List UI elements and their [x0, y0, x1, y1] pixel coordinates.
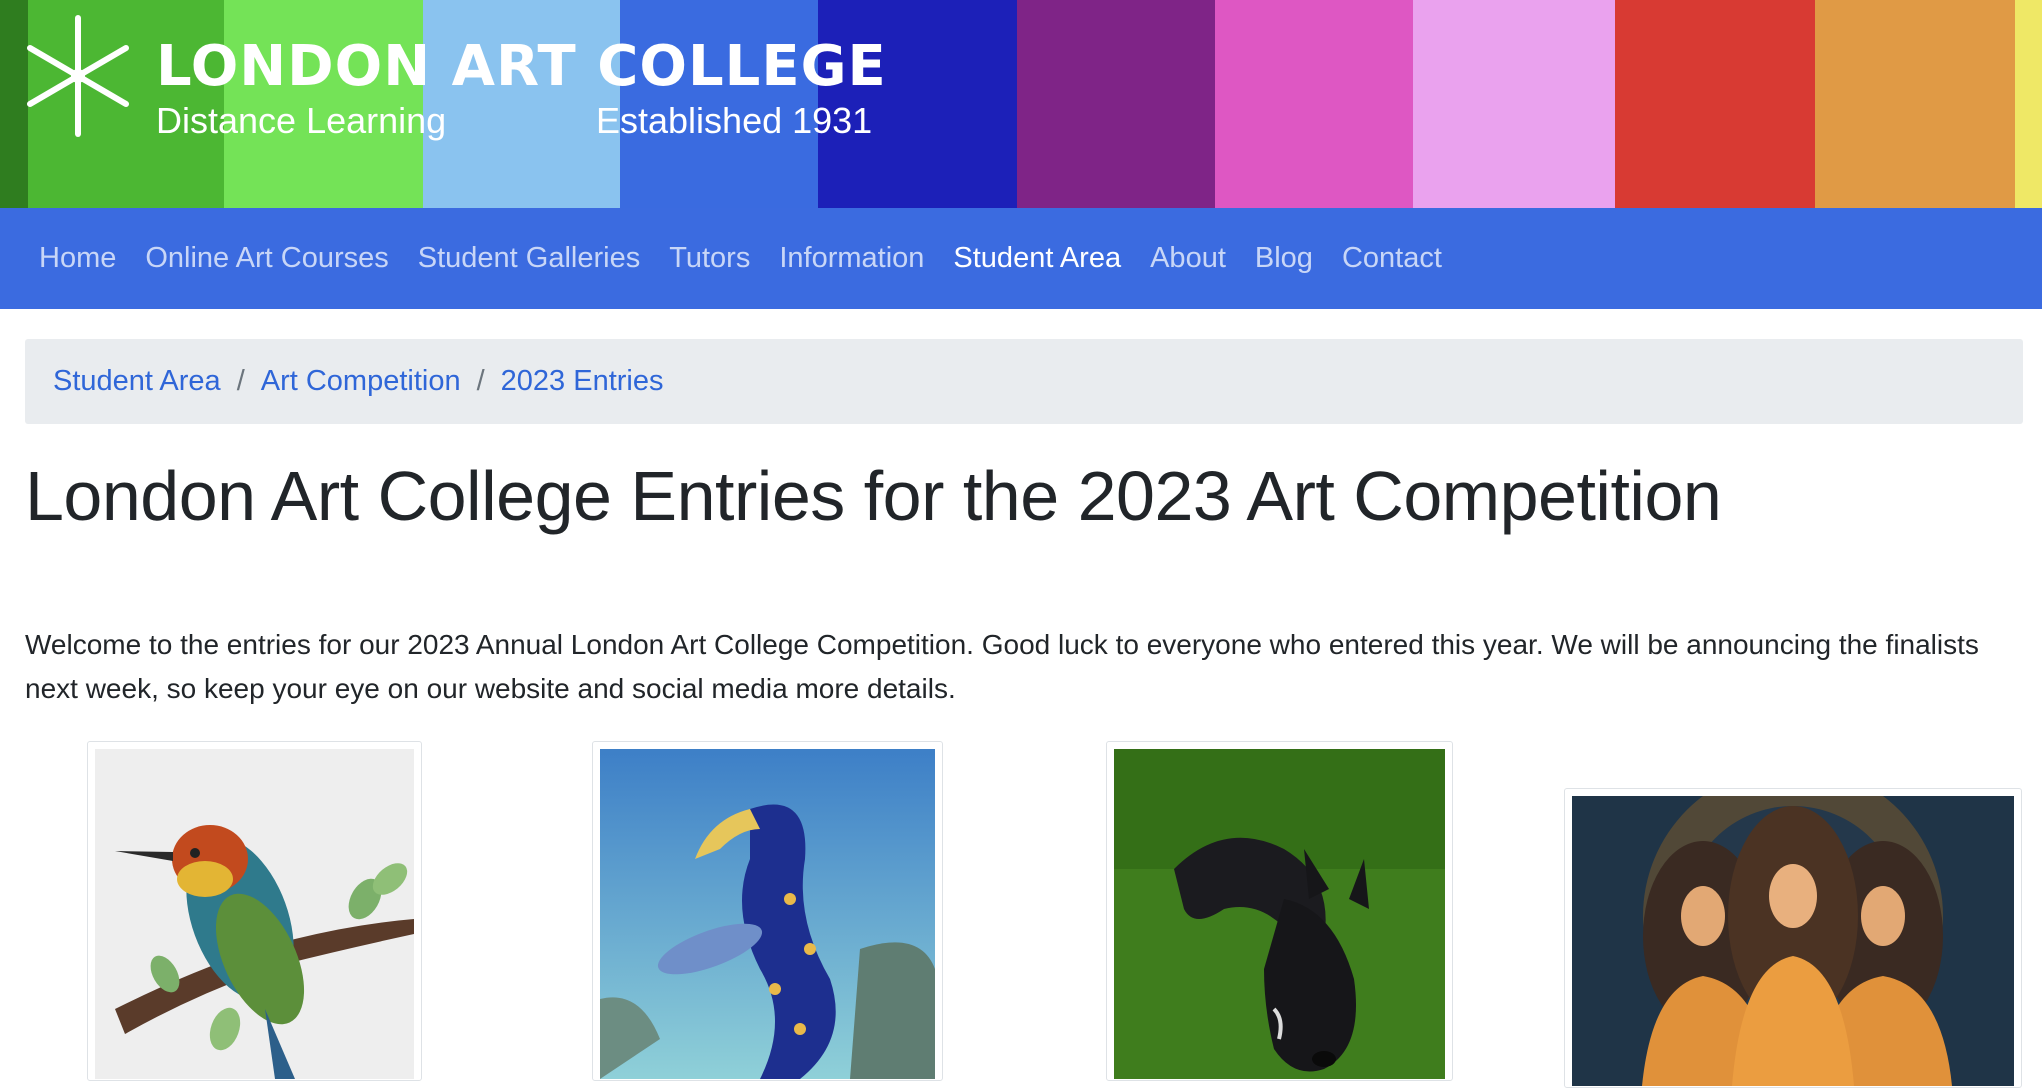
gallery-item-three-women[interactable]: [1564, 788, 2022, 1088]
intro-paragraph: Welcome to the entries for our 2023 Annu…: [25, 629, 1979, 704]
gallery-item-sea-creature[interactable]: [592, 741, 943, 1081]
brand-established: Established 1931: [596, 100, 873, 141]
gallery-item-dog[interactable]: [1106, 741, 1453, 1081]
stripe: [2015, 0, 2042, 208]
main-nav: Home Online Art Courses Student Gallerie…: [0, 208, 2042, 309]
stripe: [1815, 0, 2015, 208]
breadcrumb-art-competition[interactable]: Art Competition: [261, 365, 461, 398]
breadcrumb-separator: /: [476, 365, 485, 397]
nav-student-galleries[interactable]: Student Galleries: [418, 242, 640, 275]
bird-painting-image: [95, 749, 414, 1079]
stripe: [1017, 0, 1215, 208]
college-logo-icon[interactable]: [24, 14, 132, 138]
nav-about[interactable]: About: [1150, 242, 1226, 275]
sea-creature-painting-image: [600, 749, 935, 1079]
dog-painting-image: [1114, 749, 1445, 1079]
page-title: London Art College Entries for the 2023 …: [25, 457, 1722, 535]
stripe: [1215, 0, 1413, 208]
nav-student-area[interactable]: Student Area: [953, 242, 1121, 275]
nav-contact[interactable]: Contact: [1342, 242, 1442, 275]
brand-title[interactable]: LONDON ART COLLEGE: [156, 34, 887, 99]
stripe: [1615, 0, 1815, 208]
gallery-item-bird[interactable]: [87, 741, 422, 1081]
breadcrumb-separator: /: [236, 365, 245, 397]
nav-tutors[interactable]: Tutors: [669, 242, 750, 275]
nav-home[interactable]: Home: [39, 242, 116, 275]
three-women-painting-image: [1572, 796, 2014, 1086]
nav-blog[interactable]: Blog: [1255, 242, 1313, 275]
breadcrumb-2023-entries[interactable]: 2023 Entries: [501, 365, 664, 398]
breadcrumb: Student Area / Art Competition / 2023 En…: [25, 339, 2023, 424]
nav-online-art-courses[interactable]: Online Art Courses: [145, 242, 388, 275]
brand-subtitle: Distance Learning: [156, 100, 447, 141]
nav-information[interactable]: Information: [779, 242, 924, 275]
breadcrumb-student-area[interactable]: Student Area: [53, 365, 221, 398]
stripe: [423, 0, 620, 208]
stripe: [1413, 0, 1615, 208]
